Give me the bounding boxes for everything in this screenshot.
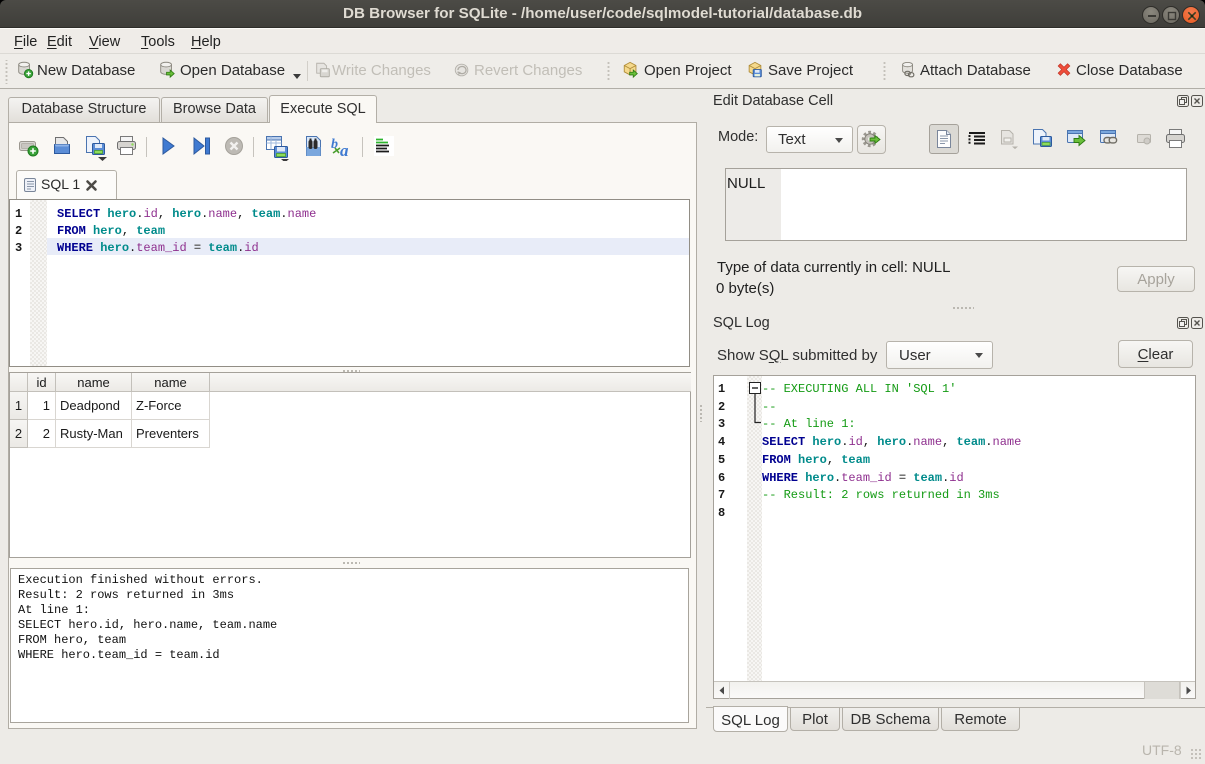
svg-text:a: a <box>340 141 349 159</box>
